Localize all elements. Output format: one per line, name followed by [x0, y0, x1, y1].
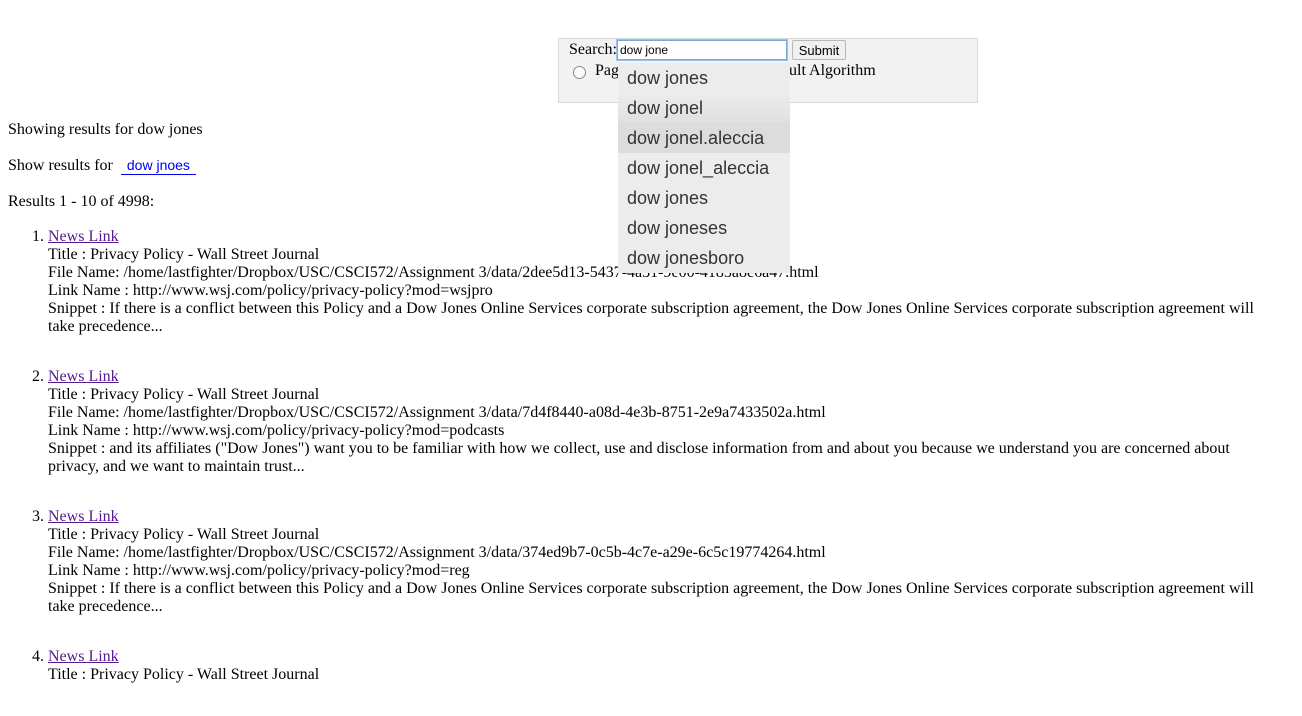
result-snippet: Snippet : If there is a conflict between… — [48, 300, 1254, 335]
news-link[interactable]: News Link — [48, 368, 119, 385]
result-link-name: Link Name : http://www.wsj.com/policy/pr… — [48, 562, 470, 579]
news-link[interactable]: News Link — [48, 228, 119, 245]
showing-results-text: Showing results for dow jones — [8, 121, 203, 138]
pagerank-radio-label[interactable]: Pag — [595, 62, 619, 80]
result-file-name: File Name: /home/lastfighter/Dropbox/USC… — [48, 404, 826, 421]
search-input[interactable] — [617, 40, 787, 60]
suggestion-link[interactable]: dow jnoes — [120, 157, 196, 175]
result-link-name: Link Name : http://www.wsj.com/policy/pr… — [48, 422, 505, 439]
news-link[interactable]: News Link — [48, 648, 119, 665]
result-snippet: Snippet : and its affiliates ("Dow Jones… — [48, 440, 1230, 475]
show-results-for-label: Show results for — [8, 157, 113, 174]
result-title: Title : Privacy Policy - Wall Street Jou… — [48, 386, 320, 403]
result-item: News Link Title : Privacy Policy - Wall … — [48, 508, 1284, 616]
result-item: News Link Title : Privacy Policy - Wall … — [48, 648, 1284, 684]
result-title: Title : Privacy Policy - Wall Street Jou… — [48, 246, 320, 263]
autocomplete-item[interactable]: dow jonel — [618, 93, 790, 123]
spelling-suggestion: Show results for dow jnoes — [8, 157, 196, 175]
autocomplete-item-highlighted[interactable]: dow jonel.aleccia — [618, 123, 790, 153]
autocomplete-item[interactable]: dow jones — [618, 63, 790, 93]
autocomplete-item[interactable]: dow jones — [618, 183, 790, 213]
result-title: Title : Privacy Policy - Wall Street Jou… — [48, 526, 320, 543]
autocomplete-dropdown: dow jones dow jonel dow jonel.aleccia do… — [618, 63, 790, 273]
news-link[interactable]: News Link — [48, 508, 119, 525]
result-file-name: File Name: /home/lastfighter/Dropbox/USC… — [48, 544, 826, 561]
autocomplete-item[interactable]: dow joneses — [618, 213, 790, 243]
autocomplete-item[interactable]: dow jonel_aleccia — [618, 153, 790, 183]
result-snippet: Snippet : If there is a conflict between… — [48, 580, 1254, 615]
submit-button[interactable]: Submit — [792, 40, 846, 60]
results-count: Results 1 - 10 of 4998: — [8, 193, 155, 210]
result-item: News Link Title : Privacy Policy - Wall … — [48, 368, 1284, 476]
results-list: News Link Title : Privacy Policy - Wall … — [8, 228, 1284, 716]
search-label: Search: — [569, 41, 617, 58]
default-algorithm-radio-label[interactable]: ult Algorithm — [789, 62, 876, 80]
pagerank-radio[interactable] — [573, 66, 586, 79]
result-link-name: Link Name : http://www.wsj.com/policy/pr… — [48, 282, 493, 299]
autocomplete-item[interactable]: dow jonesboro — [618, 243, 790, 273]
